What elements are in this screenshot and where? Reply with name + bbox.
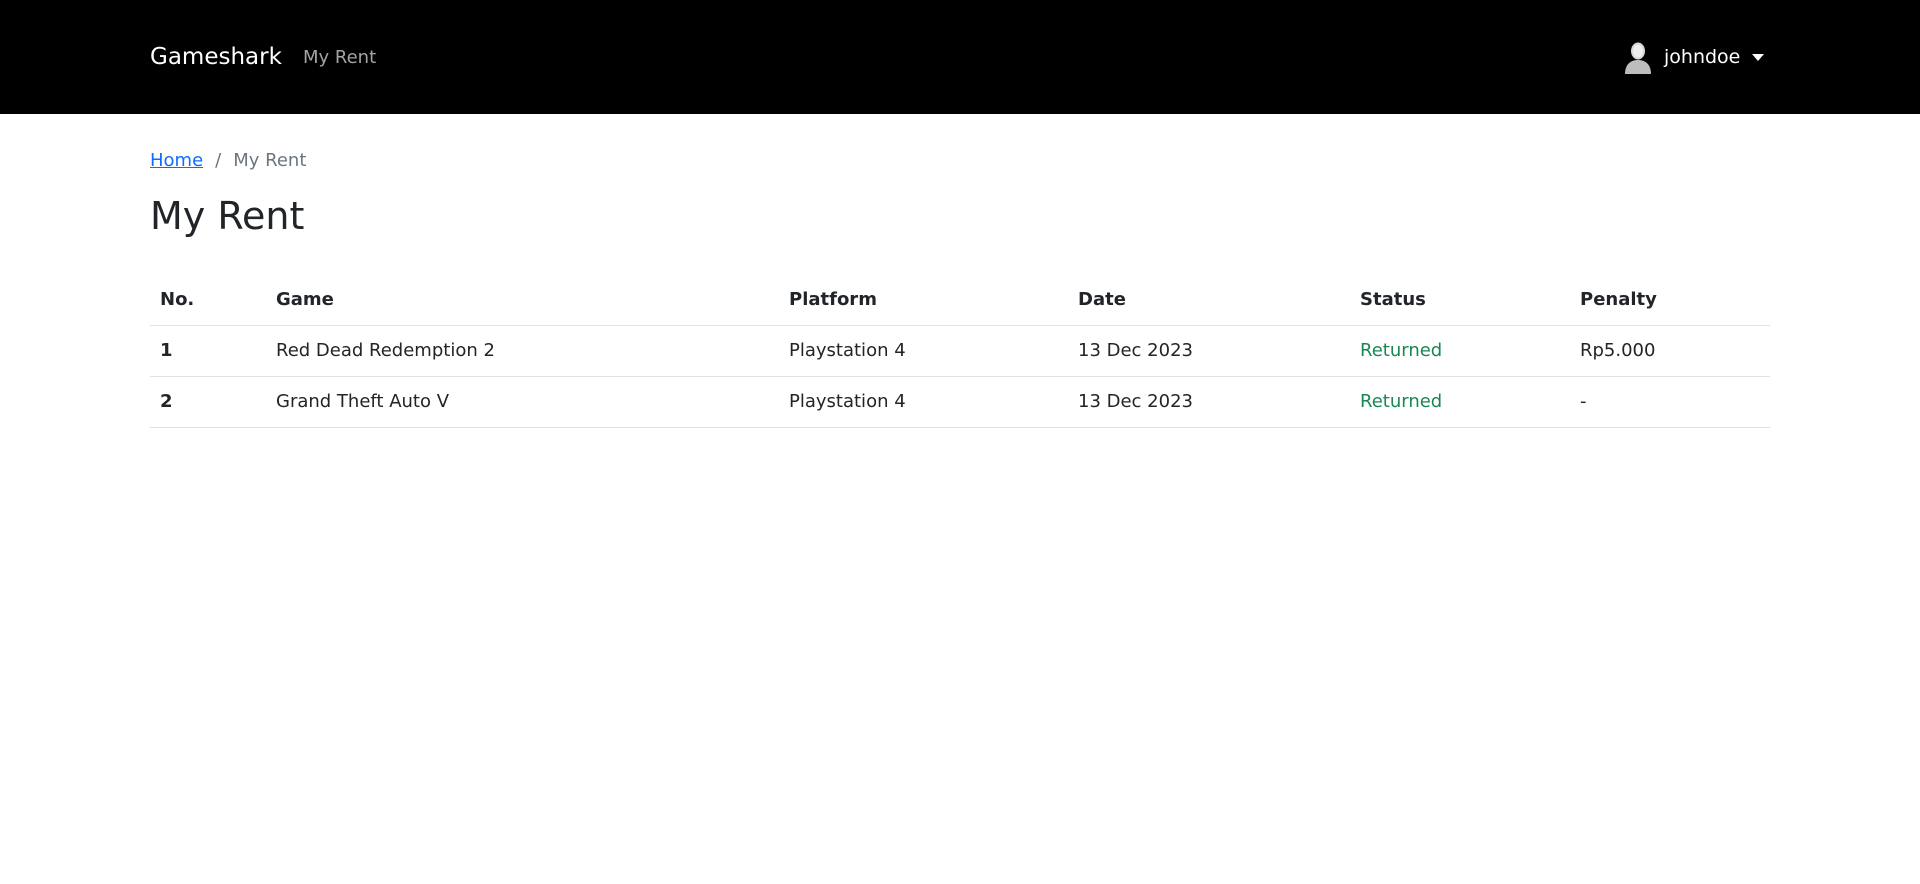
cell-game: Red Dead Redemption 2 (266, 325, 779, 377)
cell-status: Returned (1350, 325, 1570, 377)
cell-game: Grand Theft Auto V (266, 376, 779, 428)
user-menu-dropdown[interactable]: johndoe (1624, 40, 1765, 74)
column-header-platform: Platform (779, 275, 1068, 326)
cell-platform: Playstation 4 (779, 376, 1068, 428)
brand-link[interactable]: Gameshark (150, 42, 282, 72)
cell-platform: Playstation 4 (779, 325, 1068, 377)
column-header-game: Game (266, 275, 779, 326)
cell-date: 13 Dec 2023 (1068, 376, 1350, 428)
page-title: My Rent (150, 194, 305, 238)
cell-penalty: - (1570, 376, 1770, 428)
cell-date: 13 Dec 2023 (1068, 325, 1350, 377)
user-avatar-icon (1624, 40, 1652, 74)
cell-status: Returned (1350, 376, 1570, 428)
table-header-row: No. Game Platform Date Status Penalty (150, 275, 1770, 326)
username-label: johndoe (1664, 46, 1741, 68)
cell-no: 1 (150, 325, 266, 377)
cell-penalty: Rp5.000 (1570, 325, 1770, 377)
column-header-date: Date (1068, 275, 1350, 326)
column-header-penalty: Penalty (1570, 275, 1770, 326)
breadcrumb-separator: / (215, 150, 222, 171)
breadcrumb-home-link[interactable]: Home (150, 149, 203, 173)
top-navbar: Gameshark My Rent johndoe (0, 0, 1920, 114)
breadcrumb-current: My Rent (233, 150, 307, 171)
chevron-down-icon (1752, 53, 1765, 61)
table-row: 1 Red Dead Redemption 2 Playstation 4 13… (150, 325, 1770, 377)
main-content: Home / My Rent My Rent No. Game Platform… (150, 114, 1770, 428)
breadcrumb: Home / My Rent (150, 149, 1770, 173)
cell-no: 2 (150, 376, 266, 428)
nav-link-my-rent[interactable]: My Rent (303, 45, 376, 71)
column-header-status: Status (1350, 275, 1570, 326)
table-row: 2 Grand Theft Auto V Playstation 4 13 De… (150, 376, 1770, 428)
rent-table: No. Game Platform Date Status Penalty 1 … (150, 275, 1770, 428)
column-header-no: No. (150, 275, 266, 326)
